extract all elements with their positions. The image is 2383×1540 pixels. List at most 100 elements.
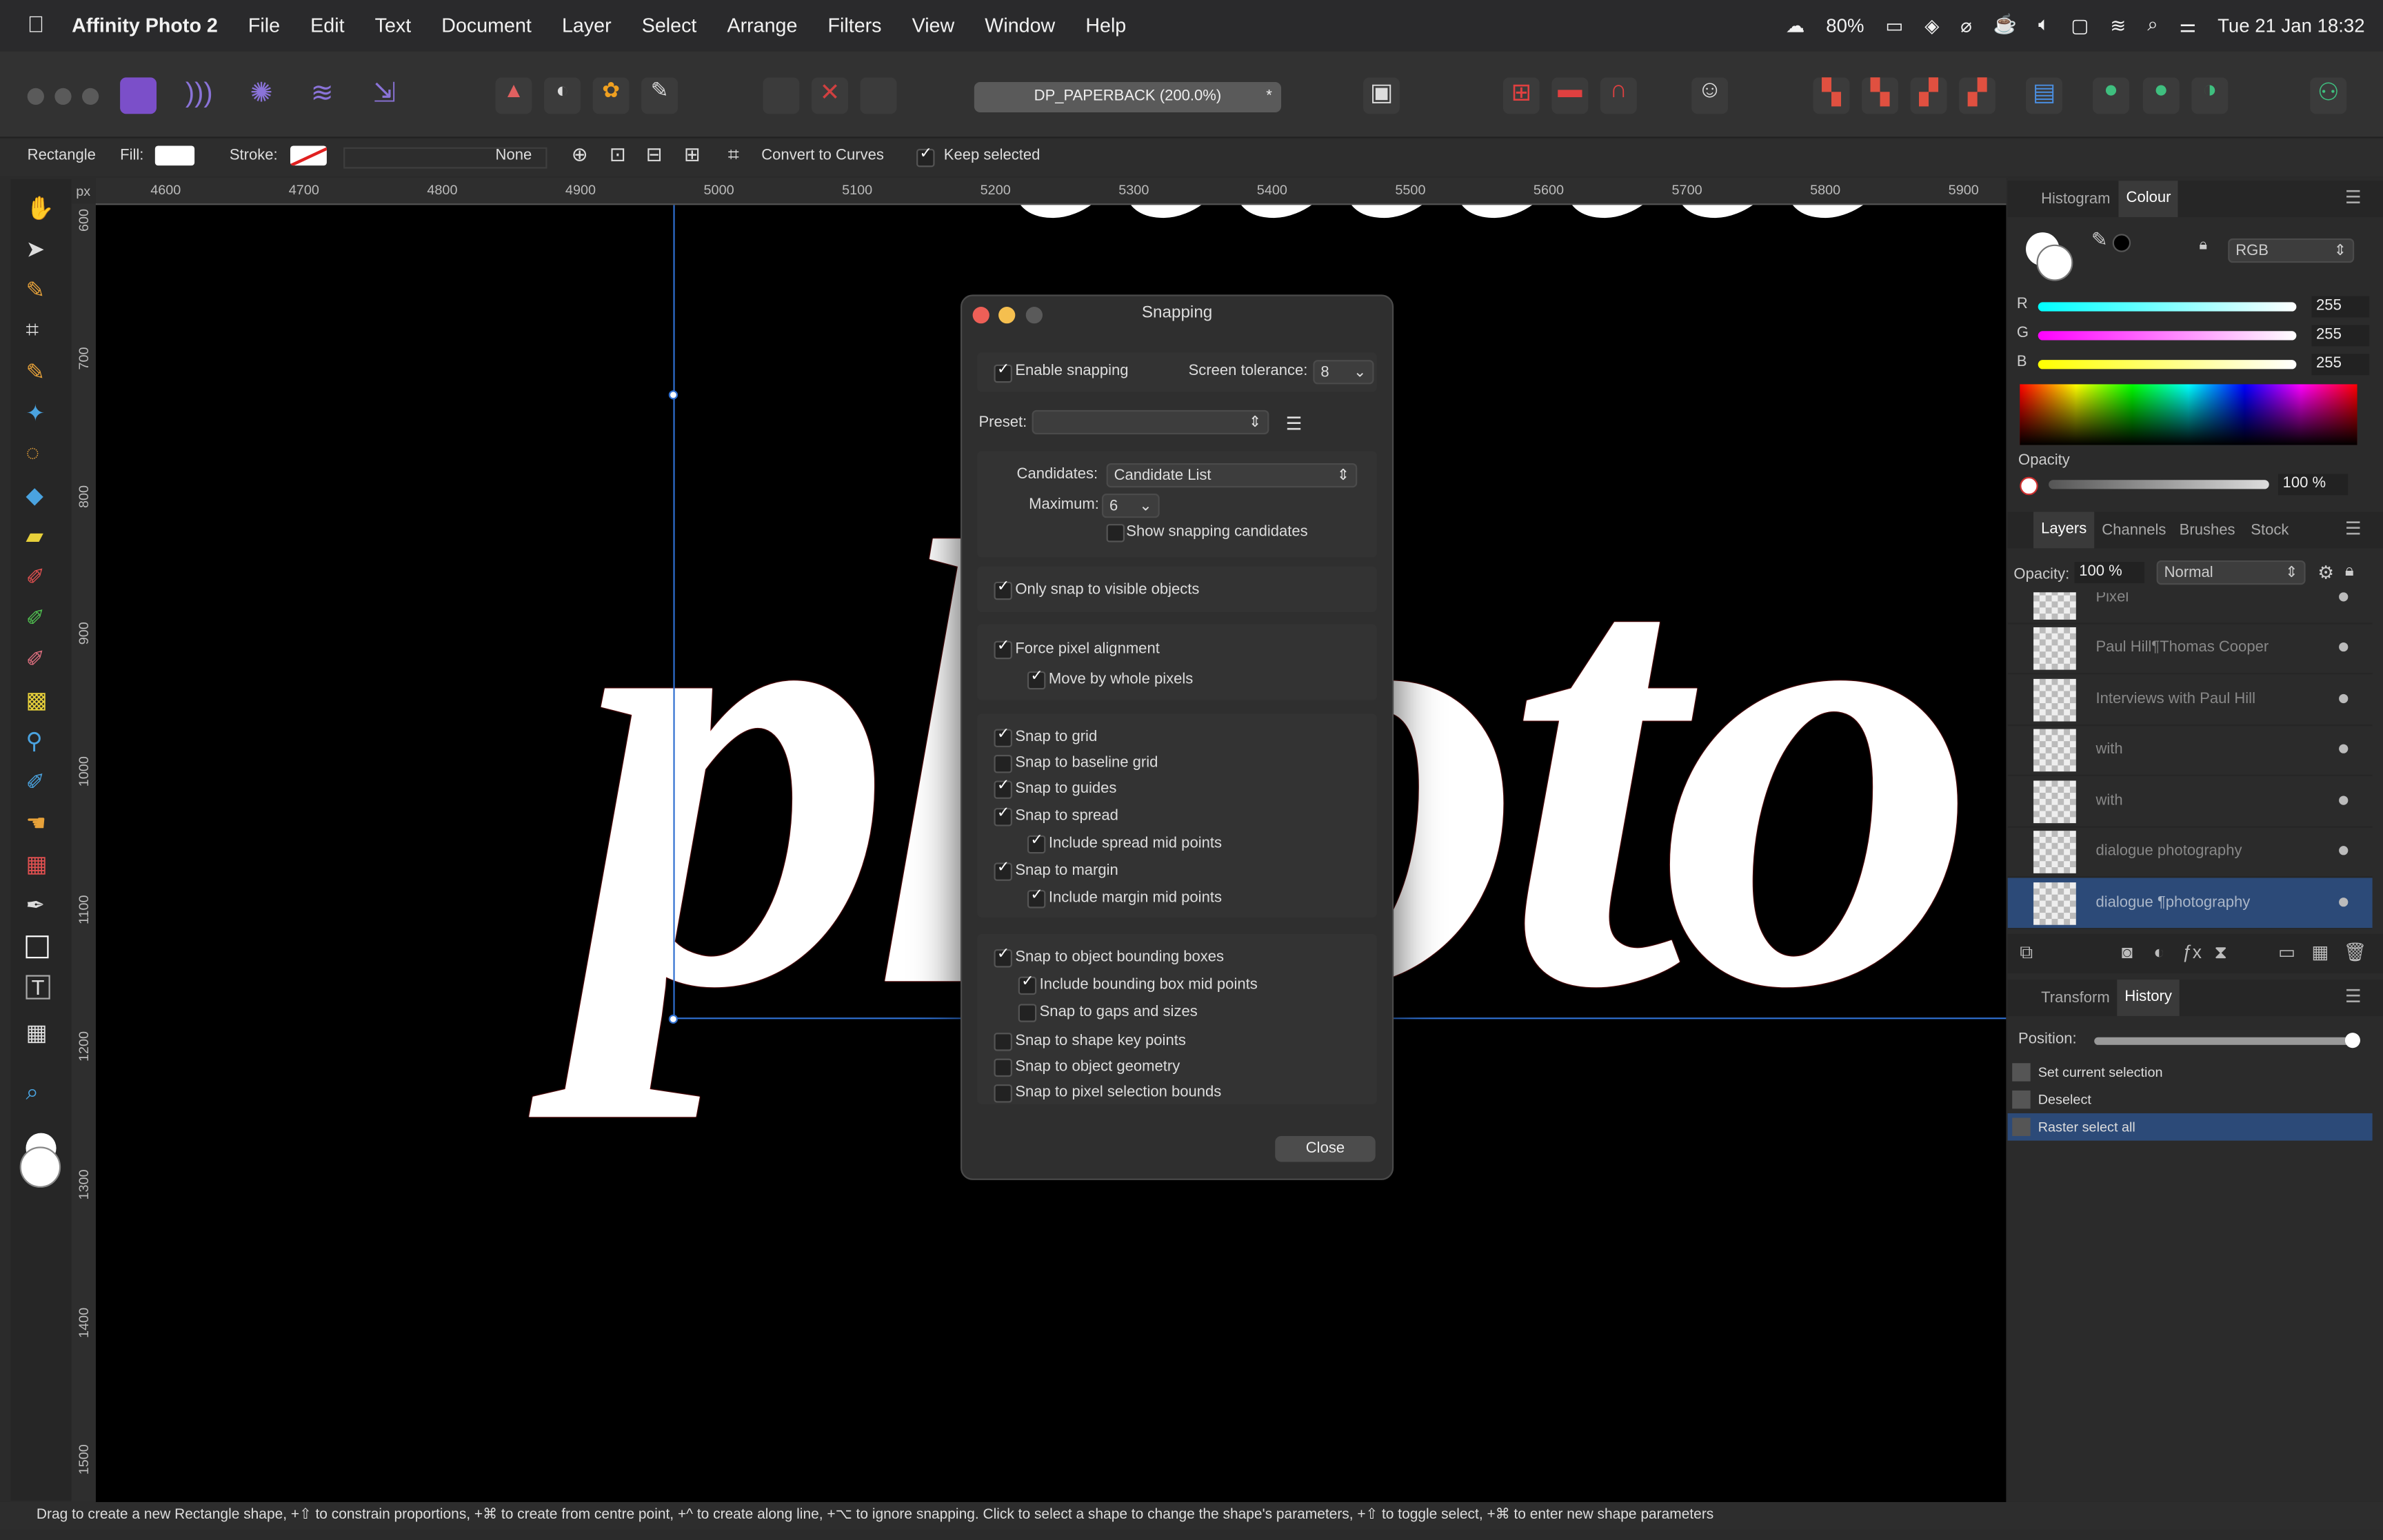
levels-icon[interactable]: ▲ [495,77,532,114]
layer-row[interactable]: Pixel [2007,592,2373,625]
tab-history[interactable]: History [2117,980,2180,1016]
layer-settings-icon[interactable]: ⚙ [2317,562,2334,583]
photo-persona-icon[interactable] [120,77,157,114]
develop-persona-icon[interactable]: ✺ [243,77,280,114]
move-tool-icon[interactable]: ➤ [26,235,53,263]
b-value[interactable]: 255 [2311,354,2370,376]
visibility-dot[interactable] [2339,744,2349,753]
spread-mid-checkbox[interactable] [1027,832,1046,854]
canvas-text-top[interactable]: eeeeeeee [1007,205,1890,254]
selection-mode-subtract-icon[interactable]: ✕ [811,77,848,114]
no-colour-icon[interactable] [2020,476,2038,496]
opacity-value[interactable]: 100 % [2278,474,2349,496]
group-icon[interactable]: ▭ [2278,942,2295,963]
mesh-warp-tool-icon[interactable]: ▦ [26,1019,53,1046]
pixel-tool-icon[interactable]: ✐ [26,605,53,631]
subtract-boolean-icon[interactable]: ● [2142,77,2180,114]
stroke-swatch[interactable] [290,145,327,166]
paperclip-icon[interactable]: ⌀ [1960,14,1972,37]
search-icon[interactable]: ⌕ [2147,14,2158,37]
enable-snapping-checkbox[interactable] [994,361,1012,383]
eyedropper-icon[interactable]: ✎ [2091,227,2108,252]
lasso-tool-icon[interactable]: ◌ [26,440,53,468]
selection-mode-new-icon[interactable] [763,77,800,114]
r-slider[interactable] [2038,302,2297,312]
move-to-front-icon[interactable]: ▞ [1959,77,1995,114]
document-tab[interactable]: DP_PAPERBACK (200.0%) * [974,81,1282,113]
live-filter-icon[interactable]: ⧗ [2214,942,2227,964]
magic-wand-tool-icon[interactable]: ✦ [26,399,53,427]
gradient-tool-icon[interactable]: ▰ [26,523,53,549]
maximum-field[interactable]: 6 ⌄ [1101,494,1160,518]
auto-white-balance-icon[interactable]: ✎ [641,77,678,114]
tone-mapping-persona-icon[interactable]: ≋ [304,77,341,114]
smudge-tool-icon[interactable]: ☚ [26,809,53,837]
wifi-icon[interactable]: ≋ [2110,14,2126,37]
selection-mode-intersect-icon[interactable] [860,77,897,114]
layer-row-selected[interactable]: dialogue ¶photography [2007,878,2373,930]
quick-mask-icon[interactable]: ▣ [1363,77,1400,114]
add-pixel-layer-icon[interactable]: ▦ [2311,942,2329,963]
rectangle-tool-icon[interactable] [26,935,49,959]
menu-select[interactable]: Select [642,14,697,37]
auto-contrast-icon[interactable]: ◐ [544,77,581,114]
r-value[interactable]: 255 [2311,296,2370,318]
layer-stack-icon[interactable]: ⧉ [2020,942,2033,964]
menu-window[interactable]: Window [985,14,1055,37]
align-icon[interactable]: ▤ [2026,77,2062,114]
control-center-icon[interactable]: ⚌ [2180,14,2197,37]
cloud-icon[interactable]: ☁ [1786,14,1805,37]
gaps-sizes-checkbox[interactable] [1018,1004,1037,1022]
flood-fill-tool-icon[interactable]: ◆ [26,481,53,509]
menu-view[interactable]: View [912,14,955,37]
snapping-manager-icon[interactable]: ⊞ [1502,77,1540,114]
visibility-dot[interactable] [2339,846,2349,855]
window-minimize-button[interactable] [54,88,72,105]
menu-document[interactable]: Document [441,14,532,37]
stroke-colour-circle[interactable] [2036,244,2073,281]
object-geometry-checkbox[interactable] [994,1058,1012,1077]
keep-selected-checkbox[interactable] [916,146,935,168]
snap-margin-checkbox[interactable] [994,860,1012,881]
colour-picker-tool-icon[interactable]: ✎ [26,276,53,303]
liquify-persona-icon[interactable]: ))) [181,77,217,114]
move-back-one-icon[interactable]: ▚ [1813,77,1850,114]
selection-handle[interactable] [668,390,678,400]
show-candidates-checkbox[interactable] [1106,524,1125,543]
move-to-back-icon[interactable]: ▚ [1862,77,1898,114]
vertical-ruler[interactable]: 600 700 800 900 1000 1100 1200 1300 1400… [71,203,98,1502]
primary-colour-swatch[interactable] [19,1146,61,1188]
whole-pixels-checkbox[interactable] [1027,668,1046,690]
fx-icon[interactable]: ƒx [2182,942,2202,963]
candidates-select[interactable]: Candidate List ⇕ [1106,463,1358,488]
pixel-bounds-checkbox[interactable] [994,1084,1012,1103]
panel-menu-icon[interactable]: ☰ [2345,986,2362,1007]
mask-icon[interactable]: ◙ [2122,942,2133,963]
snap-grid-checkbox[interactable] [994,726,1012,747]
visibility-dot[interactable] [2339,693,2349,704]
history-slider-knob[interactable] [2344,1033,2360,1048]
history-item-selected[interactable]: Raster select all [2007,1113,2373,1141]
export-persona-icon[interactable]: ⇲ [366,77,403,114]
menu-app[interactable]: Affinity Photo 2 [72,14,218,37]
layer-row[interactable]: Paul Hill¶Thomas Cooper [2007,622,2373,675]
tab-transform[interactable]: Transform [2041,990,2110,1006]
force-pixel-checkbox[interactable] [994,638,1012,660]
user-account-icon[interactable]: ⚇ [2310,77,2347,114]
menu-file[interactable]: File [248,14,280,37]
tab-stock[interactable]: Stock [2251,523,2289,539]
adjustment-icon[interactable]: ◐ [2153,942,2164,963]
blend-mode-select[interactable]: Normal ⇕ [2156,560,2306,585]
layer-lock-icon[interactable]: 🔒︎ [2345,562,2354,582]
selection-brush-tool-icon[interactable]: ✎ [26,358,53,385]
snap-baseline-checkbox[interactable] [994,754,1012,773]
clone-tool-icon[interactable]: ⚲ [26,727,53,755]
screen-tolerance-field[interactable]: 8 ⌄ [1313,360,1374,385]
menu-arrange[interactable]: Arrange [727,14,797,37]
display-icon[interactable]: ▢ [2071,14,2089,37]
tab-colour[interactable]: Colour [2118,181,2179,218]
layer-row[interactable]: Interviews with Paul Hill [2007,674,2373,727]
visibility-dot[interactable] [2339,642,2349,652]
dodge-tool-icon[interactable]: ▩ [26,687,53,713]
add-boolean-icon[interactable]: ● [2093,77,2129,114]
